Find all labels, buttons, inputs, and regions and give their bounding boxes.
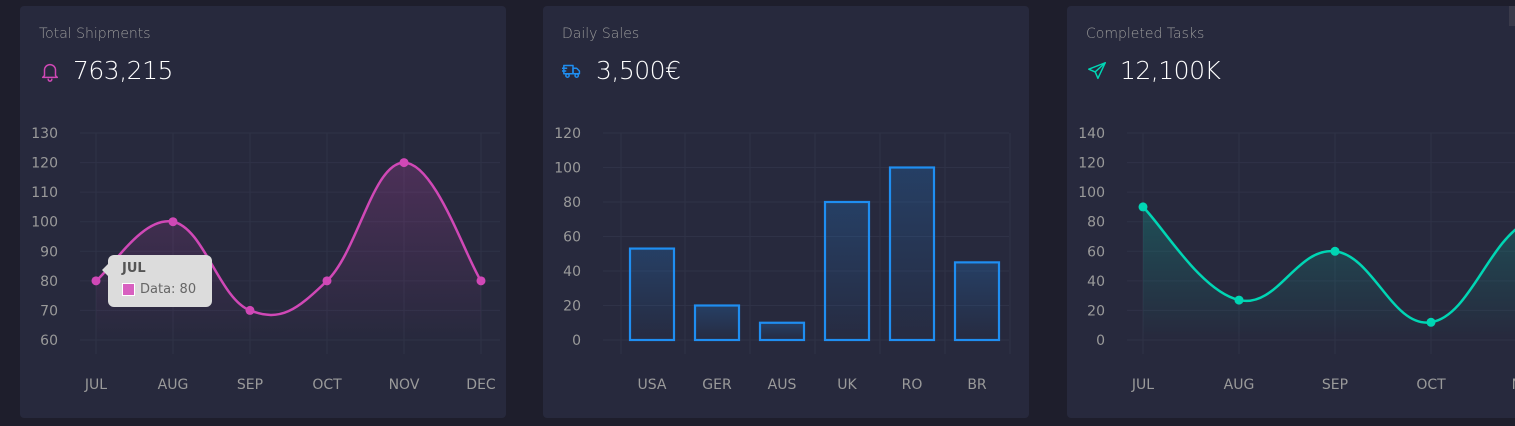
data-point[interactable] [1234,295,1244,305]
y-tick-label: 70 [40,303,58,319]
y-tick-label: 40 [1087,274,1105,290]
y-tick-label: 20 [1087,303,1105,319]
y-tick-label: 90 [40,244,58,260]
y-tick-label: 80 [1087,215,1105,231]
y-tick-label: 120 [1078,156,1105,172]
y-tick-label: 120 [31,156,58,172]
y-tick-label: 60 [40,333,58,349]
x-tick-label: RO [902,377,923,393]
x-tick-label: USA [638,377,667,393]
data-point[interactable] [1330,246,1340,256]
y-tick-label: 0 [1096,333,1105,349]
x-tick-label: JUL [84,377,107,393]
x-tick-label: JUL [1131,377,1154,393]
x-tick-label: OCT [312,377,342,393]
tooltip-swatch [122,283,135,296]
daily-sales-bar-chart: 0 20 40 60 80 100 120 USA GER AUS UK RO BR [554,126,1011,393]
data-point[interactable] [91,276,101,286]
completed-tasks-line-chart: 020406080100120140JULAUGSEPOCTNOVDEC [1078,126,1515,393]
x-tick-label: BR [967,377,987,393]
daily-sales-card: Daily Sales 3,500€ 0 20 40 60 80 100 120 USA GER… [543,6,1029,418]
x-tick-label: NOV [389,377,420,393]
data-point[interactable] [476,276,486,286]
y-tick-label: 0 [572,333,581,349]
tooltip-label: Data: 80 [140,282,197,297]
y-tick-label: 20 [563,299,581,315]
y-tick-label: 120 [554,126,581,142]
y-tick-label: 100 [1078,185,1105,201]
scrollbar[interactable] [1509,6,1515,26]
x-tick-label: OCT [1416,377,1446,393]
data-point[interactable] [1138,202,1148,212]
y-tick-label: 100 [554,161,581,177]
x-tick-label: SEP [237,377,263,393]
x-tick-label: NOV [1512,377,1515,393]
y-tick-label: 60 [1087,244,1105,260]
tooltip-row: Data: 80 [122,282,196,297]
data-point[interactable] [1426,317,1436,327]
total-shipments-line-chart: 60 70 80 90 100 110 120 130 JUL AUG SEP OCT NOV DEC [31,126,500,393]
data-point[interactable] [322,276,332,286]
y-tick-label: 40 [563,264,581,280]
y-tick-label: 80 [40,274,58,290]
bar[interactable] [758,321,806,342]
y-tick-label: 130 [31,126,58,142]
y-tick-label: 80 [563,195,581,211]
completed-tasks-card: Completed Tasks 12,100K 0 20 40 60 80 100 120 1… [1067,6,1515,418]
bar[interactable] [823,200,871,342]
x-tick-label: AUG [158,377,189,393]
x-tick-label: DEC [466,377,496,393]
data-point[interactable] [399,158,409,168]
x-tick-label: UK [837,377,857,393]
bar[interactable] [888,166,936,342]
chart-tooltip: JUL Data: 80 [108,255,212,307]
x-tick-label: SEP [1322,377,1348,393]
bar[interactable] [693,304,741,342]
tooltip-title: JUL [122,261,146,276]
total-shipments-card: Total Shipments 763,215 60 70 80 90 100 110 12… [20,6,506,418]
x-tick-label: GER [702,377,732,393]
bar[interactable] [953,261,1001,342]
data-point[interactable] [245,305,255,315]
bar[interactable] [628,247,676,342]
x-tick-label: AUS [768,377,797,393]
y-tick-label: 110 [31,185,58,201]
x-tick-label: AUG [1224,377,1255,393]
y-tick-label: 140 [1078,126,1105,142]
y-tick-label: 100 [31,215,58,231]
data-point[interactable] [168,217,178,227]
y-tick-label: 60 [563,230,581,246]
